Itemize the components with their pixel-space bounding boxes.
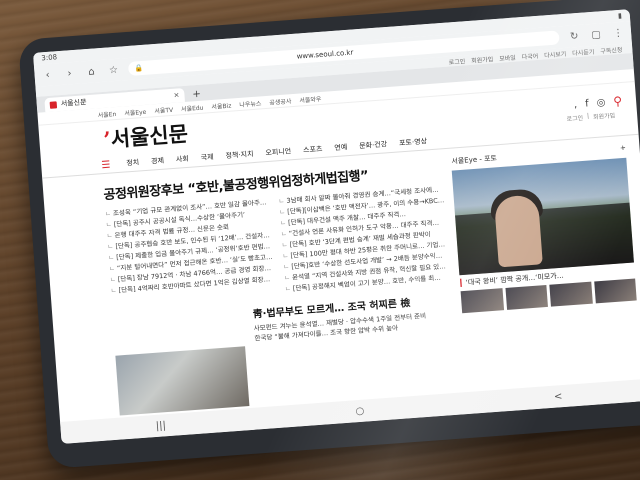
thumbnail-image[interactable] <box>505 284 549 310</box>
top-nav-item[interactable]: 서울En <box>97 109 116 119</box>
top-nav-item[interactable]: 서울와우 <box>299 93 322 104</box>
home-icon[interactable]: ⌂ <box>84 66 99 78</box>
recent-apps-icon[interactable]: ||| <box>155 420 166 432</box>
instagram-icon[interactable]: ◎ <box>596 97 606 109</box>
news-grid: 조성욱 “기업 규모 관계없이 조사”… 호반 일감 몰아주… [단독] 공주시… <box>105 184 451 308</box>
status-time: 3:08 <box>41 53 58 63</box>
tablet-screen: 3:08 ▮ ‹ › ⌂ ☆ 🔒 www.seoul.co.kr ↻ ▢ ⋮ 로… <box>32 9 640 444</box>
home-button-icon[interactable]: ○ <box>355 405 365 417</box>
person-shape <box>494 194 544 268</box>
category-item[interactable]: 정책·지치 <box>225 149 254 161</box>
category-item[interactable]: 연예 <box>334 142 348 153</box>
kakao-icon[interactable]: , <box>574 99 578 110</box>
url-text: www.seoul.co.kr <box>296 48 354 61</box>
more-plus-icon[interactable]: + <box>620 144 627 154</box>
tab-title: 서울신문 <box>60 98 87 109</box>
reload-icon[interactable]: ↻ <box>567 30 582 42</box>
lock-icon: 🔒 <box>134 63 144 73</box>
news-thumbnail-photo[interactable] <box>115 346 250 416</box>
site-logo[interactable]: ’서울신문 <box>53 118 189 158</box>
category-item[interactable]: 포토·영상 <box>399 136 428 148</box>
bookmark-star-icon[interactable]: ☆ <box>106 64 121 76</box>
category-item[interactable]: 사회 <box>176 154 190 165</box>
social-links: , f ◎ ⚲ <box>573 94 623 111</box>
thumbnail-image[interactable] <box>594 278 638 304</box>
thumbnail-image[interactable] <box>460 288 504 314</box>
top-nav-item[interactable]: 서울TV <box>154 104 173 114</box>
menu-icon[interactable]: ⋮ <box>611 27 626 39</box>
link-signup[interactable]: 회원가입 <box>471 54 494 65</box>
site-login-link[interactable]: 로그인 <box>566 113 583 123</box>
hamburger-menu-icon[interactable]: ☰ <box>101 159 111 171</box>
category-item[interactable]: 정치 <box>126 157 140 168</box>
top-nav-item[interactable]: 서울Biz <box>211 100 231 110</box>
site-signup-link[interactable]: 회원가입 <box>593 110 616 121</box>
forward-icon[interactable]: › <box>62 67 77 79</box>
back-icon[interactable]: ‹ <box>40 69 55 81</box>
link-listen[interactable]: 다시듣기 <box>572 46 595 57</box>
link-login[interactable]: 로그인 <box>448 56 465 66</box>
right-news-list: 3남매 회사 알짜 몰아줘 경영권 승계…“국세청 조사에… [단독][이삼백은… <box>278 184 450 295</box>
back-button-icon[interactable]: < <box>554 391 563 403</box>
category-item[interactable]: 국제 <box>200 152 214 163</box>
photo-section-title[interactable]: 서울Eye - 포토 <box>451 153 497 166</box>
thumbnail-image[interactable] <box>549 281 593 307</box>
close-tab-icon[interactable]: ✕ <box>173 91 179 99</box>
left-news-list: 조성욱 “기업 규모 관계없이 조사”… 호반 일감 몰아주… [단독] 공주시… <box>105 197 276 308</box>
cockpit-shape <box>455 202 635 276</box>
tabs-icon[interactable]: ▢ <box>589 29 604 41</box>
link-mobile[interactable]: 모바일 <box>499 52 516 62</box>
link-replay[interactable]: 다시보기 <box>544 48 567 59</box>
top-nav-item[interactable]: 공생공사 <box>269 96 292 107</box>
battery-icon: ▮ <box>617 11 623 20</box>
category-item[interactable]: 스포츠 <box>303 144 323 155</box>
category-item[interactable]: 경제 <box>151 156 165 167</box>
top-nav-item[interactable]: 서울Edu <box>181 102 204 113</box>
main-column: 공정위원장후보 “호반,불공정행위엄정하게법집행” 조성욱 “기업 규모 관계없… <box>102 155 453 353</box>
photo-sidebar: 서울Eye - 포토 + ▎‘대국 왕비’ 깜짝 공개…‘미모가… <box>451 142 638 328</box>
top-nav-item[interactable]: 나우뉴스 <box>239 98 262 109</box>
category-item[interactable]: 오피니언 <box>265 146 291 158</box>
new-tab-icon[interactable]: + <box>188 88 205 101</box>
search-icon[interactable]: ⚲ <box>613 94 623 109</box>
category-item[interactable]: 문화·건강 <box>359 139 388 151</box>
facebook-icon[interactable]: f <box>585 98 589 109</box>
tablet-device: 3:08 ▮ ‹ › ⌂ ☆ 🔒 www.seoul.co.kr ↻ ▢ ⋮ 로… <box>18 0 640 469</box>
top-nav-item[interactable]: 서울Eye <box>124 106 147 117</box>
favicon-icon <box>49 100 58 109</box>
link-lang[interactable]: 다국어 <box>521 50 539 60</box>
featured-photo[interactable] <box>452 157 635 276</box>
link-subscribe[interactable]: 구독신청 <box>600 44 623 55</box>
